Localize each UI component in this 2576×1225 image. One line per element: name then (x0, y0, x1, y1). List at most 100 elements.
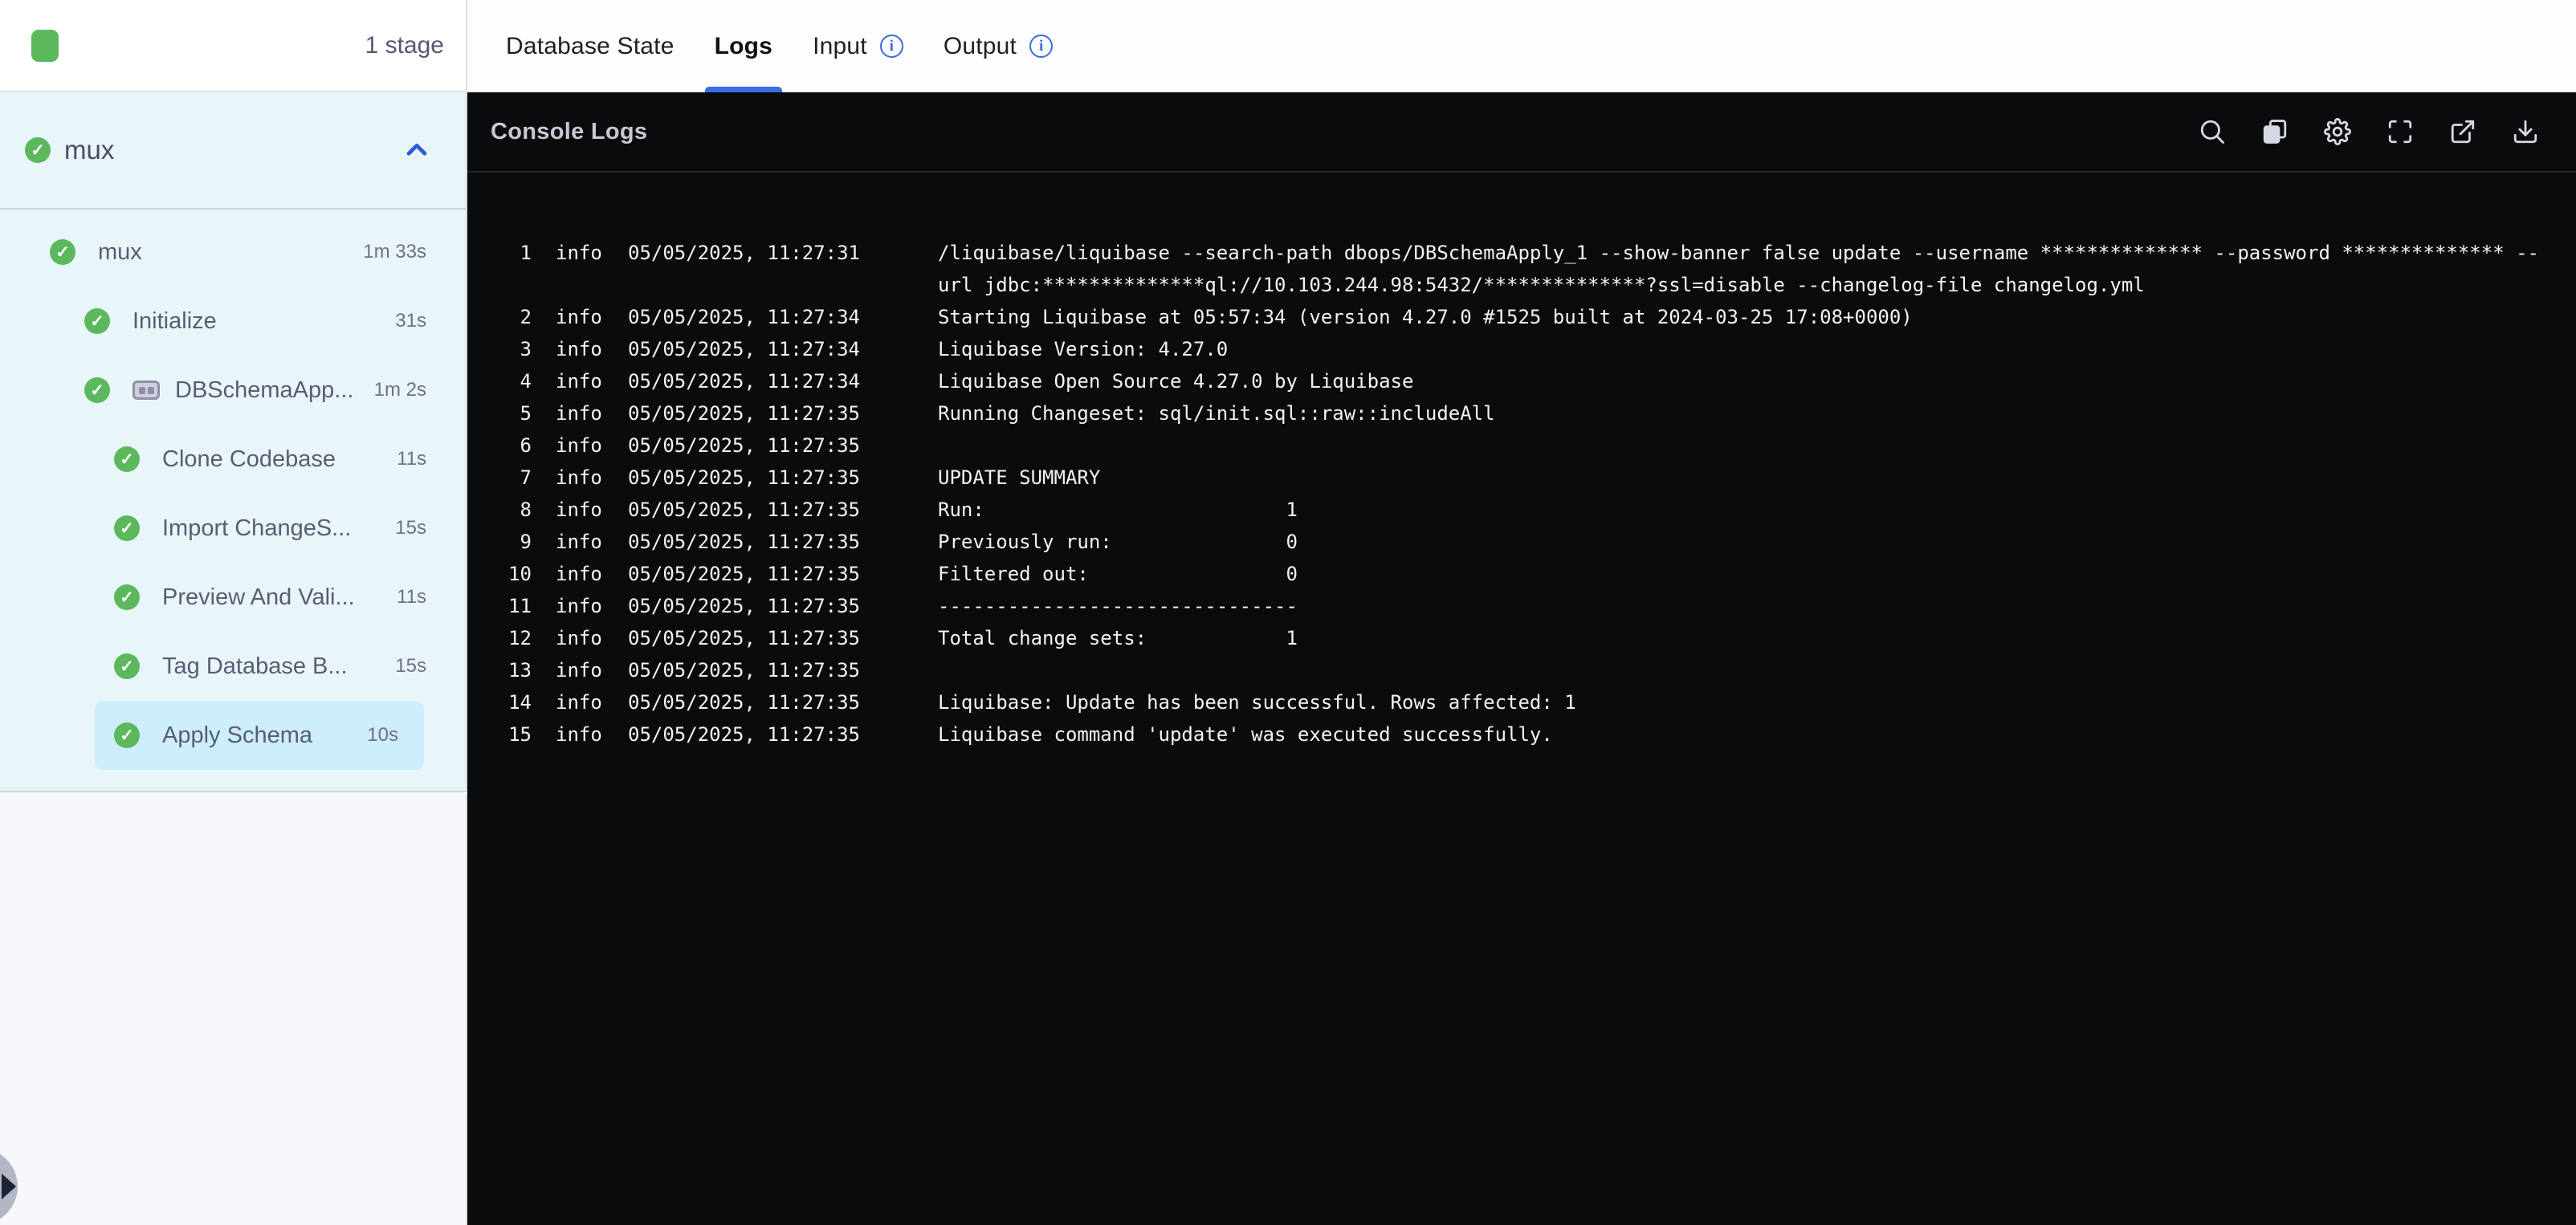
tree-item-apply-schema[interactable]: ✓ Apply Schema 10s (95, 701, 424, 770)
log-level: info (556, 723, 602, 746)
success-check-icon: ✓ (114, 515, 140, 541)
tab-label: Database State (506, 32, 675, 59)
play-icon (2, 1174, 16, 1199)
log-timestamp: 05/05/2025, 11:27:35 (628, 563, 860, 585)
log-message (938, 429, 2544, 462)
log-row: 4 info 05/05/2025, 11:27:34 Liquibase Open … (498, 365, 2576, 397)
detail-tab-bar: Database State Logs Input i Output i (467, 0, 2576, 92)
info-icon: i (879, 35, 903, 58)
toolbar-open-in-new-button[interactable] (2449, 118, 2476, 145)
success-check-icon: ✓ (114, 584, 140, 610)
tree-item-preview-and-vali[interactable]: ✓ Preview And Vali... 11s (0, 563, 466, 632)
tree-item-label: Preview And Vali... (162, 584, 355, 610)
success-check-icon: ✓ (84, 308, 110, 334)
toolbar-settings-button[interactable] (2324, 118, 2351, 145)
success-check-icon: ✓ (114, 446, 140, 472)
log-level: info (556, 402, 602, 425)
console-title: Console Logs (491, 118, 648, 144)
success-check-icon: ✓ (84, 377, 110, 403)
log-message: ------------------------------- (938, 595, 1298, 617)
toolbar-fullscreen-button[interactable] (2386, 118, 2414, 145)
log-line-number: 12 (508, 627, 532, 649)
log-row: 11 info 05/05/2025, 11:27:35 --------------… (498, 590, 2576, 622)
log-row: 13 info 05/05/2025, 11:27:35 (498, 654, 2576, 686)
log-level: info (556, 338, 602, 360)
log-level: info (556, 306, 602, 328)
log-level: info (556, 242, 602, 264)
log-line-number: 4 (520, 370, 532, 393)
step-group-icon (132, 381, 160, 400)
log-message: Liquibase Open Source 4.27.0 by Liquibas… (938, 370, 1414, 393)
console-log-area[interactable]: 1 info 05/05/2025, 11:27:31/liquibase/liqu… (467, 173, 2576, 751)
log-timestamp: 05/05/2025, 11:27:35 (628, 466, 860, 489)
log-row: 8 info 05/05/2025, 11:27:35 Run: 1 (498, 494, 2576, 526)
log-row: 14 info 05/05/2025, 11:27:35 Liquibase: Upd… (498, 686, 2576, 718)
log-level: info (556, 466, 602, 489)
toolbar-download-button[interactable] (2512, 118, 2539, 145)
copy-icon (2263, 120, 2287, 144)
sidebar-lower-panel (0, 794, 467, 1225)
tree-item-import-changes[interactable]: ✓ Import ChangeS... 15s (0, 494, 466, 563)
tree-item-tag-database-b[interactable]: ✓ Tag Database B... 15s (0, 632, 466, 701)
log-timestamp: 05/05/2025, 11:27:35 (628, 723, 860, 746)
tree-item-initialize[interactable]: ✓ Initialize 31s (0, 287, 466, 356)
step-duration: 15s (395, 655, 426, 677)
log-level: info (556, 370, 602, 393)
log-line-number: 8 (520, 499, 532, 521)
log-message (938, 654, 2544, 686)
log-row: 1 info 05/05/2025, 11:27:31/liquibase/liqu… (498, 237, 2576, 301)
tab-logs[interactable]: Logs (704, 0, 783, 92)
step-duration: 1m 2s (373, 379, 426, 401)
tab-database-state[interactable]: Database State (506, 0, 675, 92)
log-line-number: 5 (520, 402, 532, 425)
tree-item-dbschemaapp[interactable]: ✓ DBSchemaApp... 1m 2s (0, 356, 466, 425)
chevron-up-icon[interactable] (403, 136, 430, 164)
log-row: 12 info 05/05/2025, 11:27:35 Total change s… (498, 622, 2576, 654)
log-row: 6 info 05/05/2025, 11:27:35 (498, 429, 2576, 462)
log-line-number: 7 (520, 466, 532, 489)
log-timestamp: 05/05/2025, 11:27:35 (628, 595, 860, 617)
tab-output[interactable]: Output i (944, 0, 1054, 92)
log-timestamp: 05/05/2025, 11:27:34 (628, 338, 860, 360)
execution-summary-header: 1 stage (0, 0, 467, 92)
toolbar-copy-button[interactable] (2261, 118, 2289, 145)
settings-icon (2324, 118, 2351, 145)
toolbar-search-button[interactable] (2199, 118, 2226, 145)
log-row: 9 info 05/05/2025, 11:27:35 Previously run:… (498, 526, 2576, 558)
log-line-number: 10 (508, 563, 532, 585)
log-timestamp: 05/05/2025, 11:27:34 (628, 306, 860, 328)
log-row: 3 info 05/05/2025, 11:27:34 Liquibase Versi… (498, 333, 2576, 365)
log-line-number: 11 (508, 595, 532, 617)
tree-item-mux[interactable]: ✓ mux 1m 33s (0, 218, 466, 287)
tree-item-label: Initialize (132, 307, 217, 334)
log-message: Filtered out: 0 (938, 563, 1298, 585)
execution-step-tree: ✓ mux 1m 33s ✓ Initialize 31s ✓ DBSchemaApp... 1… (0, 210, 466, 770)
tree-item-clone-codebase[interactable]: ✓ Clone Codebase 11s (0, 425, 466, 494)
log-timestamp: 05/05/2025, 11:27:34 (628, 370, 860, 393)
log-level: info (556, 434, 602, 457)
log-row: 10 info 05/05/2025, 11:27:35 Filtered out: … (498, 558, 2576, 590)
log-timestamp: 05/05/2025, 11:27:35 (628, 402, 860, 425)
log-message: Liquibase: Update has been successful. R… (938, 691, 1576, 714)
log-line-number: 14 (508, 691, 532, 714)
log-message: UPDATE SUMMARY (938, 466, 1101, 489)
log-message: Liquibase command 'update' was executed … (938, 723, 1553, 746)
step-duration: 15s (395, 517, 426, 539)
log-line-number: 15 (508, 723, 532, 746)
log-timestamp: 05/05/2025, 11:27:31 (628, 242, 860, 264)
log-level: info (556, 499, 602, 521)
console-header: Console Logs (467, 92, 2576, 173)
log-timestamp: 05/05/2025, 11:27:35 (628, 627, 860, 649)
log-message: Previously run: 0 (938, 531, 1298, 553)
log-message: /liquibase/liquibase --search-path dbops… (938, 242, 2539, 296)
tree-item-label: Import ChangeS... (162, 515, 352, 541)
step-duration: 11s (397, 448, 426, 470)
tab-label: Logs (714, 32, 773, 59)
step-duration: 11s (397, 586, 426, 608)
tab-input[interactable]: Input i (813, 0, 903, 92)
download-icon (2513, 120, 2537, 144)
log-level: info (556, 659, 602, 682)
console-toolbar (2199, 118, 2539, 145)
step-duration: 31s (395, 310, 426, 332)
stage-group-header[interactable]: ✓ mux (0, 92, 466, 208)
